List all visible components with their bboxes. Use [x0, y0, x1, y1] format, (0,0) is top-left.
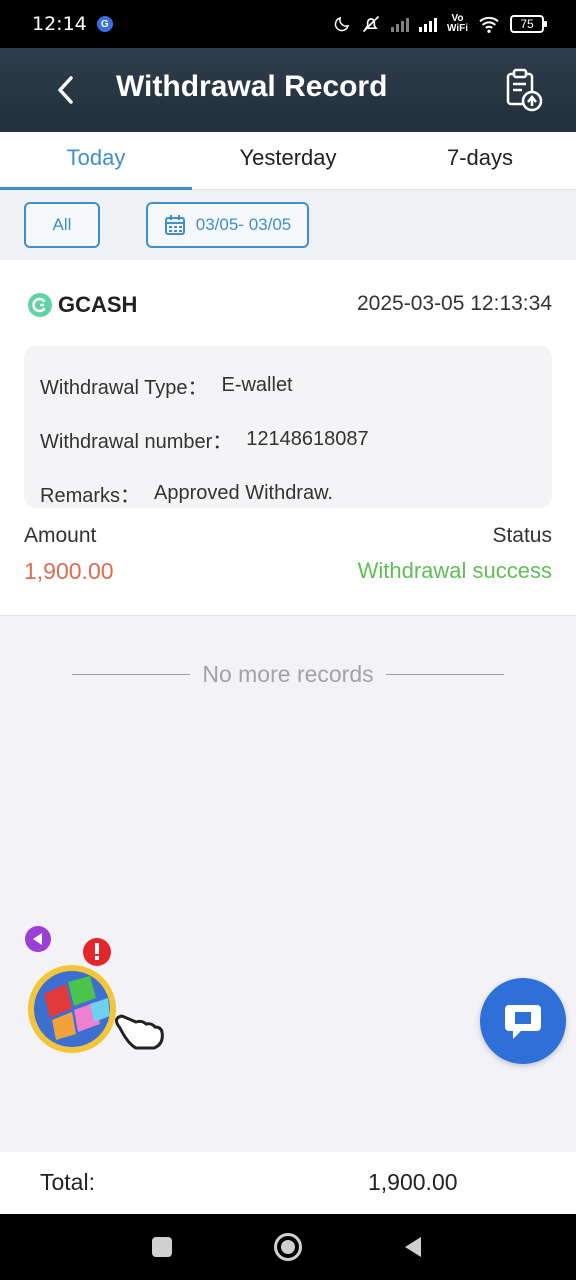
remarks-value: Approved Withdraw.: [154, 481, 333, 504]
home-button[interactable]: [273, 1232, 303, 1262]
withdrawal-type-row: Withdrawal Type： E-wallet: [40, 358, 536, 412]
tab-yesterday[interactable]: Yesterday: [192, 132, 384, 189]
no-more-records-text: No more records: [202, 660, 374, 687]
provider: GCASH: [28, 292, 137, 318]
chat-bubble-icon: [505, 1005, 541, 1039]
divider: [72, 673, 191, 675]
tab-7-days[interactable]: 7-days: [384, 132, 576, 189]
status-bar: 12:14 G Vo WiFi 75: [0, 0, 576, 48]
chat-support-button[interactable]: [480, 978, 566, 1064]
pointing-hand-icon: [115, 1014, 164, 1050]
provider-name: GCASH: [58, 292, 138, 317]
divider: [385, 673, 504, 675]
header-bar: Withdrawal Record: [0, 48, 576, 132]
withdrawal-number-label: Withdrawal number：: [40, 430, 233, 453]
system-navigation-bar: [0, 1214, 576, 1280]
export-record-button[interactable]: [504, 68, 544, 112]
total-value: 1,900.00: [368, 1169, 458, 1195]
record-datetime: 2025-03-05 12:13:34: [357, 292, 552, 315]
wifi-icon: [479, 16, 499, 33]
signal-icon: [390, 16, 409, 32]
filter-bar: All 03/05- 03/05: [0, 190, 576, 260]
clipboard-upload-icon: [506, 68, 543, 112]
status-label: Status: [492, 524, 552, 547]
withdrawal-number-value: 12148618087: [246, 427, 369, 450]
status-time: 12:14: [32, 13, 87, 35]
page-title: Withdrawal Record: [116, 70, 388, 103]
withdrawal-type-label: Withdrawal Type：: [40, 376, 208, 399]
withdrawal-record-card[interactable]: GCASH 2025-03-05 12:13:34 Withdrawal Typ…: [0, 260, 576, 616]
gcash-logo-icon: [28, 293, 52, 317]
status-icons: Vo WiFi 75: [333, 14, 547, 34]
vowifi-icon: Vo WiFi: [447, 14, 468, 34]
total-bar: Total: 1,900.00: [0, 1152, 576, 1214]
floating-game-widget[interactable]: [24, 924, 174, 1074]
all-filter-button[interactable]: All: [24, 202, 100, 248]
record-details: Withdrawal Type： E-wallet Withdrawal num…: [24, 346, 552, 508]
calendar-icon: [164, 215, 185, 235]
collapse-arrow-icon[interactable]: [25, 926, 51, 952]
mute-bell-icon: [362, 15, 380, 33]
withdrawal-number-row: Withdrawal number： 12148618087: [40, 412, 536, 466]
back-button[interactable]: [48, 72, 84, 108]
remarks-row: Remarks： Approved Withdraw.: [40, 466, 536, 520]
chevron-left-icon: [58, 76, 73, 104]
home-circle-icon: [274, 1233, 302, 1261]
recent-apps-button[interactable]: [147, 1232, 177, 1262]
moon-icon: [334, 16, 350, 32]
vowifi-bottom: WiFi: [446, 23, 468, 34]
date-tabs: Today Yesterday 7-days: [0, 132, 576, 190]
back-nav-button[interactable]: [398, 1232, 428, 1262]
status-value: Withdrawal success: [357, 558, 552, 583]
remarks-label: Remarks：: [40, 484, 141, 507]
date-range-label: 03/05- 03/05: [195, 215, 292, 234]
square-icon: [152, 1237, 172, 1257]
amount-value: 1,900.00: [24, 558, 114, 584]
total-label: Total:: [40, 1169, 95, 1195]
triangle-back-icon: [405, 1237, 421, 1257]
google-badge-icon: G: [96, 16, 113, 32]
alert-badge-icon: [83, 938, 111, 966]
date-range-button[interactable]: 03/05- 03/05: [146, 202, 309, 248]
game-cube-icon: [28, 965, 116, 1053]
no-more-records: No more records: [0, 656, 576, 692]
amount-label: Amount: [24, 524, 97, 547]
tab-today[interactable]: Today: [0, 132, 192, 190]
withdrawal-type-value: E-wallet: [221, 373, 293, 396]
battery-icon: 75: [510, 15, 547, 33]
signal-icon: [418, 16, 437, 32]
